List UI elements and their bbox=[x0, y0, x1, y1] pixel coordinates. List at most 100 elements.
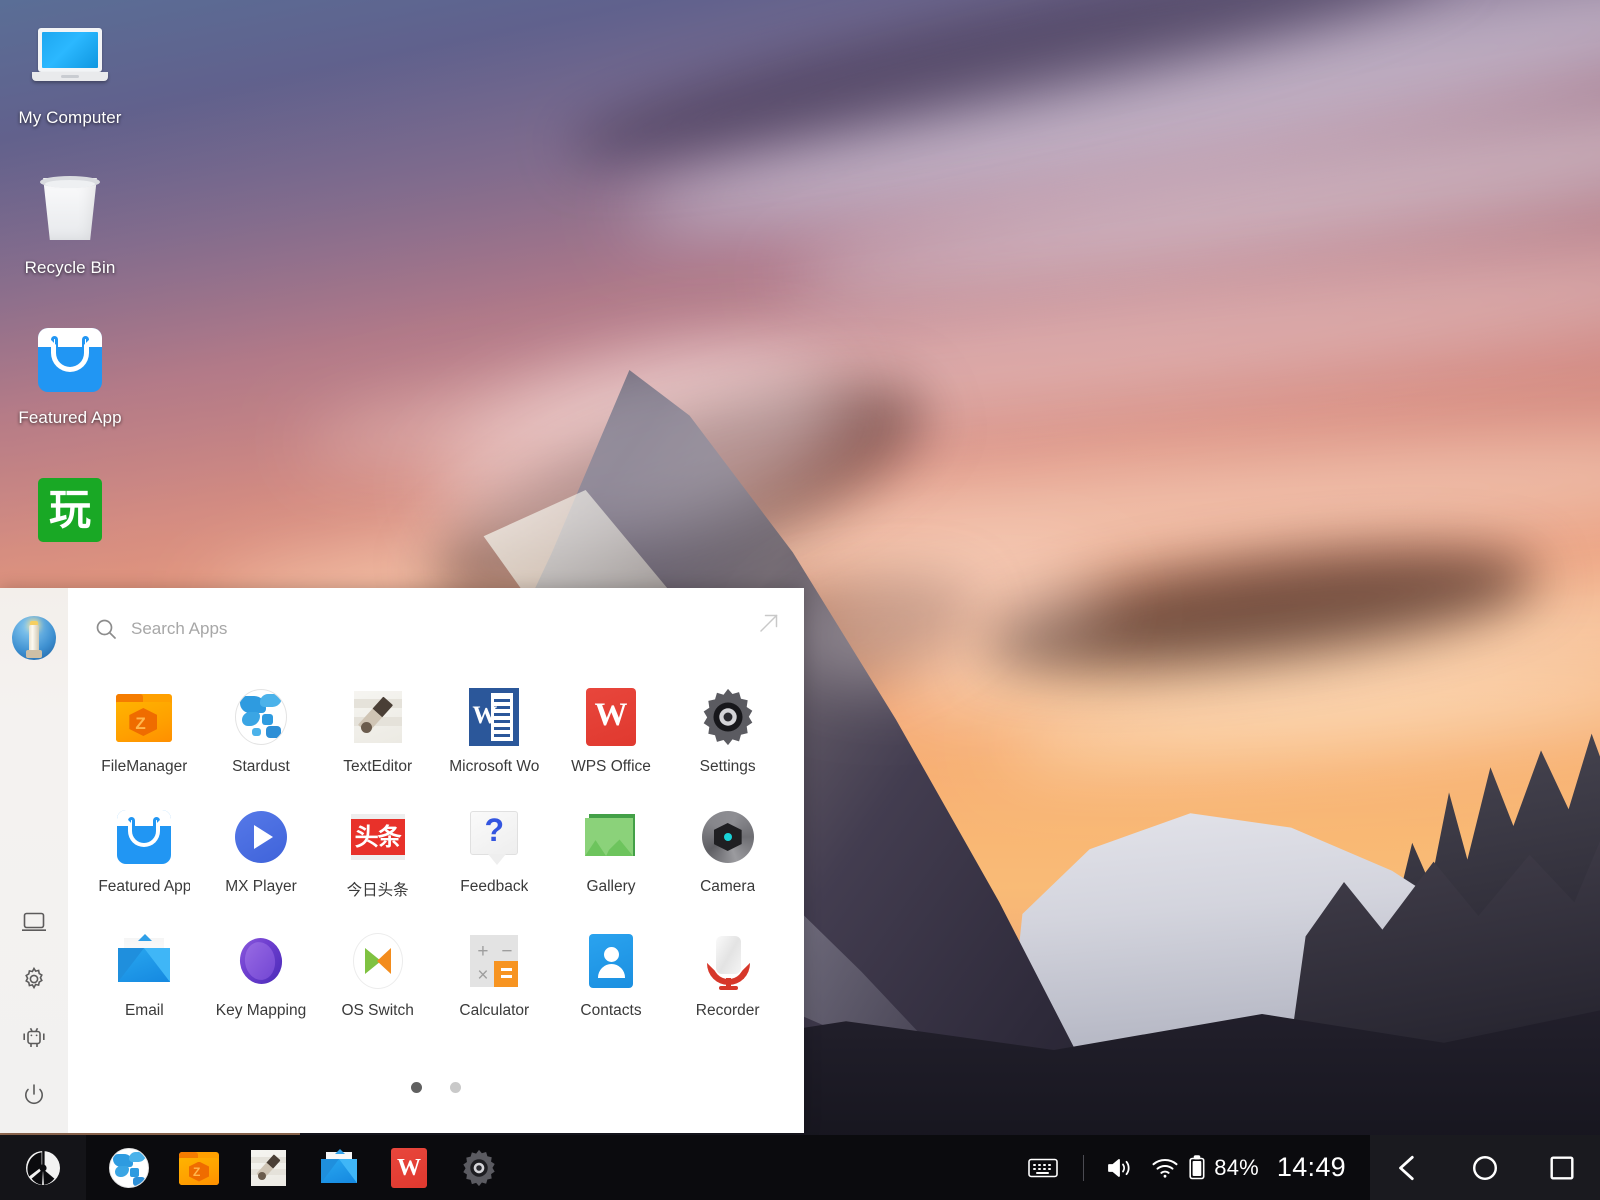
app-label: Gallery bbox=[586, 878, 636, 895]
taskbar-app-texteditor[interactable] bbox=[234, 1135, 304, 1200]
taskbar: Z W 84% 14:49 bbox=[0, 1135, 1600, 1200]
key-mapping-icon bbox=[230, 930, 292, 992]
texteditor-icon bbox=[347, 686, 409, 748]
android-icon[interactable] bbox=[20, 1023, 48, 1051]
settings-icon[interactable] bbox=[20, 965, 48, 993]
featured-app-icon bbox=[32, 322, 108, 398]
recycle-bin-icon bbox=[32, 172, 108, 248]
android-nav-bar bbox=[1370, 1135, 1600, 1200]
desktop-icon-my-computer[interactable]: My Computer bbox=[0, 10, 140, 138]
app-item-texteditor[interactable]: TextEditor bbox=[319, 676, 436, 782]
app-item-key-mapping[interactable]: Key Mapping bbox=[203, 920, 320, 1026]
calculator-icon: + − × bbox=[463, 930, 525, 992]
app-label: Microsoft Wo bbox=[449, 758, 540, 775]
app-label: FileManager bbox=[101, 758, 188, 775]
app-item-os-switch[interactable]: OS Switch bbox=[319, 920, 436, 1026]
desktop-icon-label: Recycle Bin bbox=[24, 258, 116, 277]
stardust-browser-icon bbox=[230, 686, 292, 748]
app-label: OS Switch bbox=[341, 1002, 414, 1019]
app-label: 今日头条 bbox=[346, 881, 409, 899]
settings-gear-icon bbox=[697, 686, 759, 748]
computer-icon bbox=[32, 22, 108, 98]
desktop-icon-green-app[interactable]: 玩 bbox=[0, 460, 140, 568]
taskbar-app-list: Z W bbox=[86, 1135, 514, 1200]
expand-icon[interactable] bbox=[756, 610, 782, 636]
app-item-toutiao[interactable]: 头条 今日头条 bbox=[319, 796, 436, 906]
app-label: WPS Office bbox=[571, 758, 651, 775]
app-label: Contacts bbox=[580, 1002, 642, 1019]
taskbar-app-email[interactable] bbox=[304, 1135, 374, 1200]
desktop-icon-column: My Computer Recycle Bin Featured App 玩 bbox=[0, 10, 140, 590]
toutiao-icon: 头条 bbox=[347, 806, 409, 868]
taskbar-app-filemanager[interactable]: Z bbox=[164, 1135, 234, 1200]
app-item-microsoft-word[interactable]: W Microsoft Wo bbox=[436, 676, 553, 782]
sidebar-tools bbox=[0, 907, 68, 1109]
email-icon bbox=[113, 930, 175, 992]
page-dot-1[interactable] bbox=[411, 1082, 422, 1093]
app-item-email[interactable]: Email bbox=[86, 920, 203, 1026]
app-label: Calculator bbox=[459, 1002, 530, 1019]
app-launcher-panel: Z FileManager bbox=[0, 588, 804, 1133]
display-icon[interactable] bbox=[20, 907, 48, 935]
camera-icon bbox=[697, 806, 759, 868]
green-app-glyph: 玩 bbox=[38, 478, 102, 542]
search-input[interactable] bbox=[131, 619, 531, 639]
app-label: Recorder bbox=[695, 1002, 760, 1019]
app-item-camera[interactable]: Camera bbox=[669, 796, 786, 906]
desktop-icon-featured-app[interactable]: Featured App bbox=[0, 310, 140, 438]
start-logo-icon bbox=[23, 1148, 63, 1188]
featured-app-icon bbox=[113, 806, 175, 868]
app-item-filemanager[interactable]: Z FileManager bbox=[86, 676, 203, 782]
stardust-browser-icon bbox=[108, 1147, 150, 1189]
desktop-icon-recycle-bin[interactable]: Recycle Bin bbox=[0, 160, 140, 288]
app-item-wps-office[interactable]: W WPS Office bbox=[553, 676, 670, 782]
back-icon[interactable] bbox=[1382, 1142, 1434, 1194]
os-switch-icon bbox=[347, 930, 409, 992]
start-button[interactable] bbox=[0, 1135, 86, 1200]
search-icon bbox=[94, 617, 118, 641]
taskbar-app-stardust[interactable] bbox=[94, 1135, 164, 1200]
app-item-feedback[interactable]: ? Feedback bbox=[436, 796, 553, 906]
green-app-icon: 玩 bbox=[32, 472, 108, 548]
keyboard-icon[interactable] bbox=[1015, 1135, 1071, 1200]
texteditor-icon bbox=[248, 1147, 290, 1189]
volume-icon[interactable] bbox=[1096, 1135, 1142, 1200]
app-item-contacts[interactable]: Contacts bbox=[553, 920, 670, 1026]
mx-player-icon bbox=[230, 806, 292, 868]
microsoft-word-icon: W bbox=[463, 686, 525, 748]
app-item-mx-player[interactable]: MX Player bbox=[203, 796, 320, 906]
app-label: Key Mapping bbox=[215, 1002, 307, 1019]
wps-office-icon: W bbox=[388, 1147, 430, 1189]
contacts-icon bbox=[580, 930, 642, 992]
desktop-icon-label: Featured App bbox=[18, 408, 122, 427]
app-label: Camera bbox=[700, 878, 756, 895]
launcher-main: Z FileManager bbox=[68, 588, 804, 1133]
system-tray: 84% 14:49 bbox=[1015, 1135, 1370, 1200]
app-item-calculator[interactable]: + − × Calculator bbox=[436, 920, 553, 1026]
settings-gear-icon bbox=[458, 1147, 500, 1189]
app-item-stardust[interactable]: Stardust bbox=[203, 676, 320, 782]
wifi-icon[interactable] bbox=[1142, 1135, 1188, 1200]
taskbar-app-settings[interactable] bbox=[444, 1135, 514, 1200]
app-label: Featured App bbox=[98, 878, 191, 895]
launcher-sidebar bbox=[0, 588, 68, 1133]
app-label: Stardust bbox=[232, 758, 290, 775]
clock[interactable]: 14:49 bbox=[1277, 1152, 1346, 1183]
app-label: Feedback bbox=[460, 878, 529, 895]
recorder-icon bbox=[697, 930, 759, 992]
taskbar-app-wps-office[interactable]: W bbox=[374, 1135, 444, 1200]
page-indicator bbox=[68, 1082, 804, 1093]
page-dot-2[interactable] bbox=[450, 1082, 461, 1093]
app-item-recorder[interactable]: Recorder bbox=[669, 920, 786, 1026]
battery-status[interactable]: 84% bbox=[1188, 1135, 1259, 1200]
app-item-gallery[interactable]: Gallery bbox=[553, 796, 670, 906]
home-icon[interactable] bbox=[1459, 1142, 1511, 1194]
avatar[interactable] bbox=[12, 616, 56, 660]
app-item-settings[interactable]: Settings bbox=[669, 676, 786, 782]
gallery-icon bbox=[580, 806, 642, 868]
app-item-featured-app[interactable]: Featured App bbox=[86, 796, 203, 906]
power-icon[interactable] bbox=[20, 1081, 48, 1109]
recents-icon[interactable] bbox=[1536, 1142, 1588, 1194]
desktop: My Computer Recycle Bin Featured App 玩 S… bbox=[0, 0, 1600, 1200]
app-label: TextEditor bbox=[343, 758, 413, 775]
